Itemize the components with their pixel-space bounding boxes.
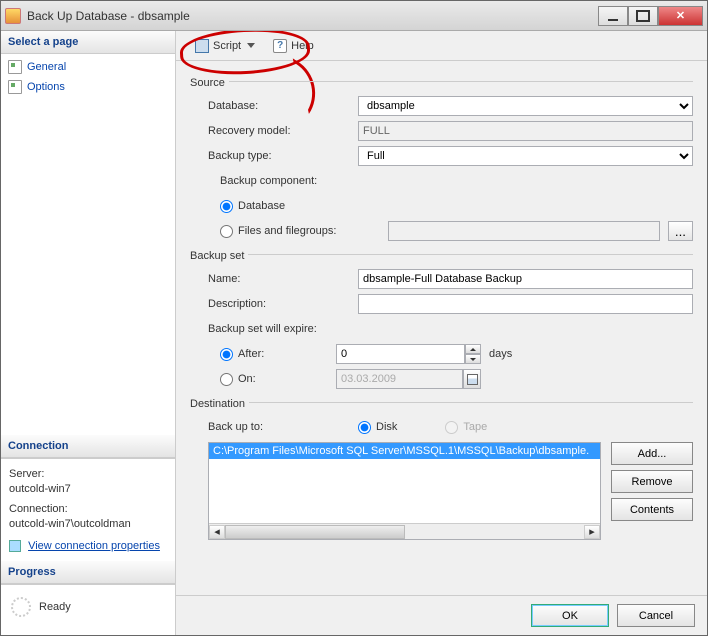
app-icon	[5, 8, 21, 24]
scroll-left-icon[interactable]: ◂	[209, 525, 225, 539]
database-label: Database:	[208, 100, 358, 112]
toolbar: Script ? Help	[176, 31, 707, 61]
disk-radio-input[interactable]	[358, 421, 371, 434]
description-field[interactable]	[358, 294, 693, 314]
window-title: Back Up Database - dbsample	[27, 9, 598, 23]
titlebar[interactable]: Back Up Database - dbsample	[1, 1, 707, 31]
spin-down-icon[interactable]	[465, 354, 481, 364]
recovery-model-field	[358, 121, 693, 141]
spin-up-icon[interactable]	[465, 344, 481, 354]
script-label: Script	[213, 40, 241, 52]
backup-to-label: Back up to:	[208, 421, 358, 433]
help-label: Help	[291, 40, 314, 52]
progress-status: Ready	[39, 601, 71, 613]
scroll-right-icon[interactable]: ▸	[584, 525, 600, 539]
filegroups-browse-button[interactable]: ...	[668, 221, 693, 241]
sidebar-item-options[interactable]: Options	[1, 77, 175, 97]
destination-list[interactable]: C:\Program Files\Microsoft SQL Server\MS…	[208, 442, 601, 540]
properties-icon	[9, 540, 21, 552]
on-radio[interactable]: On:	[220, 373, 336, 386]
tape-radio: Tape	[445, 421, 487, 434]
sidebar: Select a page General Options Connection…	[1, 31, 176, 635]
connection-value: outcold-win7\outcoldman	[9, 518, 167, 530]
backup-type-label: Backup type:	[208, 150, 358, 162]
select-page-header: Select a page	[1, 31, 175, 54]
after-radio[interactable]: After:	[220, 348, 336, 361]
filegroups-field	[388, 221, 660, 241]
sidebar-item-label: Options	[27, 81, 65, 93]
dialog-footer: OK Cancel	[176, 595, 707, 635]
description-label: Description:	[208, 298, 358, 310]
view-connection-properties-link[interactable]: View connection properties	[28, 540, 160, 552]
database-select[interactable]: dbsample	[358, 96, 693, 116]
horizontal-scrollbar[interactable]: ◂ ▸	[209, 523, 600, 539]
sidebar-item-general[interactable]: General	[1, 57, 175, 77]
help-button[interactable]: ? Help	[264, 35, 323, 57]
source-header: Source	[190, 75, 225, 91]
close-button[interactable]	[658, 6, 703, 26]
backup-type-select[interactable]: Full	[358, 146, 693, 166]
help-icon: ?	[273, 39, 287, 53]
database-radio[interactable]: Database	[220, 200, 285, 213]
files-radio-input[interactable]	[220, 225, 233, 238]
after-radio-input[interactable]	[220, 348, 233, 361]
progress-header: Progress	[1, 561, 175, 584]
days-unit: days	[489, 348, 512, 360]
ok-button[interactable]: OK	[531, 604, 609, 627]
server-label: Server:	[9, 468, 167, 480]
after-days-stepper[interactable]	[336, 344, 481, 364]
scroll-thumb[interactable]	[225, 525, 405, 539]
add-button[interactable]: Add...	[611, 442, 693, 465]
expire-label: Backup set will expire:	[208, 323, 358, 335]
after-days-input[interactable]	[336, 344, 465, 364]
remove-button[interactable]: Remove	[611, 470, 693, 493]
backup-component-label: Backup component:	[220, 175, 370, 187]
cancel-button[interactable]: Cancel	[617, 604, 695, 627]
contents-button[interactable]: Contents	[611, 498, 693, 521]
on-date-field	[336, 369, 463, 389]
page-icon	[8, 60, 22, 74]
tape-radio-input	[445, 421, 458, 434]
server-value: outcold-win7	[9, 483, 167, 495]
chevron-down-icon	[247, 43, 255, 48]
recovery-model-label: Recovery model:	[208, 125, 358, 137]
page-icon	[8, 80, 22, 94]
minimize-button[interactable]	[598, 6, 628, 26]
destination-list-item[interactable]: C:\Program Files\Microsoft SQL Server\MS…	[209, 443, 600, 459]
script-icon	[195, 39, 209, 53]
name-field[interactable]	[358, 269, 693, 289]
maximize-button[interactable]	[628, 6, 658, 26]
database-radio-input[interactable]	[220, 200, 233, 213]
dialog-window: Back Up Database - dbsample Select a pag…	[0, 0, 708, 636]
name-label: Name:	[208, 273, 358, 285]
progress-spinner-icon	[11, 597, 31, 617]
files-radio[interactable]: Files and filegroups:	[220, 225, 388, 238]
destination-header: Destination	[190, 396, 245, 412]
backupset-header: Backup set	[190, 248, 244, 264]
sidebar-item-label: General	[27, 61, 66, 73]
script-button[interactable]: Script	[186, 35, 264, 57]
disk-radio[interactable]: Disk	[358, 421, 397, 434]
calendar-icon[interactable]	[463, 369, 481, 389]
on-radio-input[interactable]	[220, 373, 233, 386]
connection-header: Connection	[1, 435, 175, 458]
connection-label: Connection:	[9, 503, 167, 515]
